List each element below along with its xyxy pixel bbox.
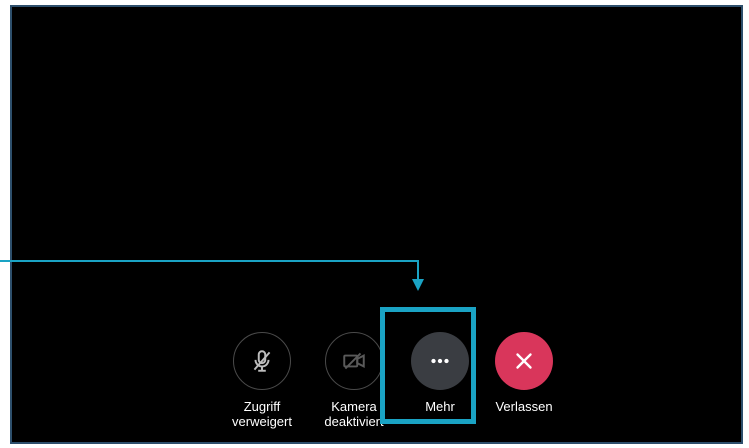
mic-button-circle[interactable] bbox=[233, 332, 291, 390]
call-controls-bar: Zugriff verweigert Kamera deaktiviert Me… bbox=[12, 7, 741, 442]
camera-label-line1: Kamera bbox=[331, 399, 377, 414]
more-highlight-box bbox=[380, 307, 476, 424]
camera-off-icon bbox=[343, 352, 365, 370]
leave-label: Verlassen bbox=[495, 399, 553, 414]
close-icon bbox=[516, 353, 532, 369]
callout-arrow-icon bbox=[412, 279, 424, 291]
mic-label-line1: Zugriff bbox=[243, 399, 281, 414]
leave-button-circle[interactable] bbox=[495, 332, 553, 390]
leave-button-label: Verlassen bbox=[495, 399, 552, 414]
camera-label-line2: deaktiviert bbox=[324, 414, 384, 429]
mic-label-line2: verweigert bbox=[232, 414, 292, 429]
camera-button-circle[interactable] bbox=[325, 332, 383, 390]
mic-off-icon bbox=[253, 350, 271, 372]
stage: Zugriff verweigert Kamera deaktiviert Me… bbox=[0, 0, 749, 448]
video-screen: Zugriff verweigert Kamera deaktiviert Me… bbox=[10, 5, 743, 444]
mic-button-label: Zugriff verweigert bbox=[232, 399, 292, 429]
camera-button-label: Kamera deaktiviert bbox=[324, 399, 383, 429]
callout-line-horizontal bbox=[0, 260, 419, 262]
mic-button[interactable]: Zugriff verweigert bbox=[212, 332, 312, 429]
leave-button[interactable]: Verlassen bbox=[474, 332, 574, 414]
callout-line-vertical bbox=[417, 260, 419, 280]
